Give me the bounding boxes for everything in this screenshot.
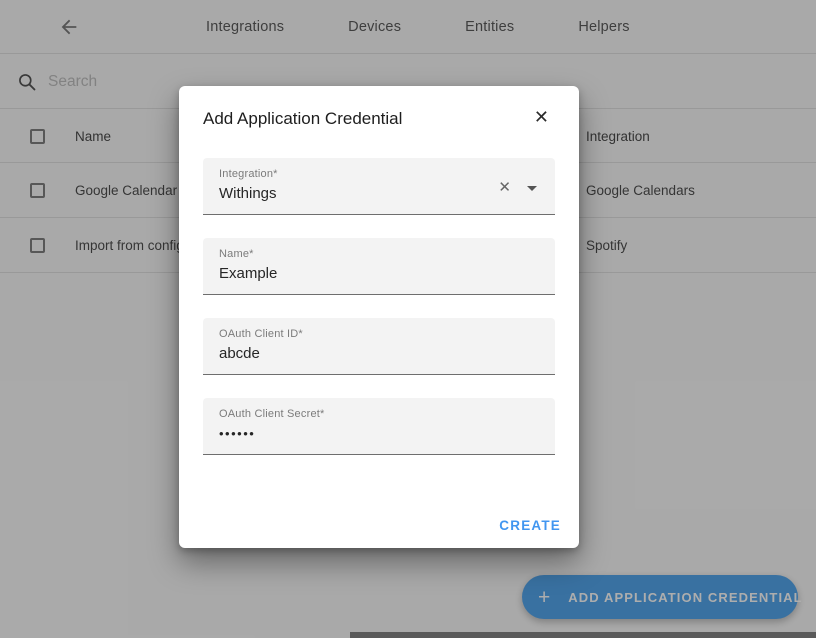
dialog-form: Integration* Withings ✕ Name* Example OA…	[203, 158, 555, 478]
field-label: Name*	[219, 248, 539, 261]
dialog-title: Add Application Credential	[203, 109, 402, 129]
field-label: OAuth Client Secret*	[219, 408, 539, 421]
field-label: Integration*	[219, 168, 539, 181]
oauth-client-id-field[interactable]: OAuth Client ID* abcde	[203, 318, 555, 375]
field-value: abcde	[219, 345, 539, 363]
field-value: Withings	[219, 185, 539, 203]
clear-icon[interactable]: ✕	[498, 180, 511, 195]
name-field[interactable]: Name* Example	[203, 238, 555, 295]
field-value-masked: ••••••	[219, 425, 539, 443]
oauth-client-secret-field[interactable]: OAuth Client Secret* ••••••	[203, 398, 555, 455]
close-icon[interactable]: ✕	[532, 106, 551, 128]
field-label: OAuth Client ID*	[219, 328, 539, 341]
field-value: Example	[219, 265, 539, 283]
add-application-credential-dialog: Add Application Credential ✕ Integration…	[179, 86, 579, 548]
dropdown-caret-icon[interactable]	[527, 186, 537, 191]
create-button[interactable]: CREATE	[499, 518, 561, 533]
integration-combobox[interactable]: Integration* Withings ✕	[203, 158, 555, 215]
